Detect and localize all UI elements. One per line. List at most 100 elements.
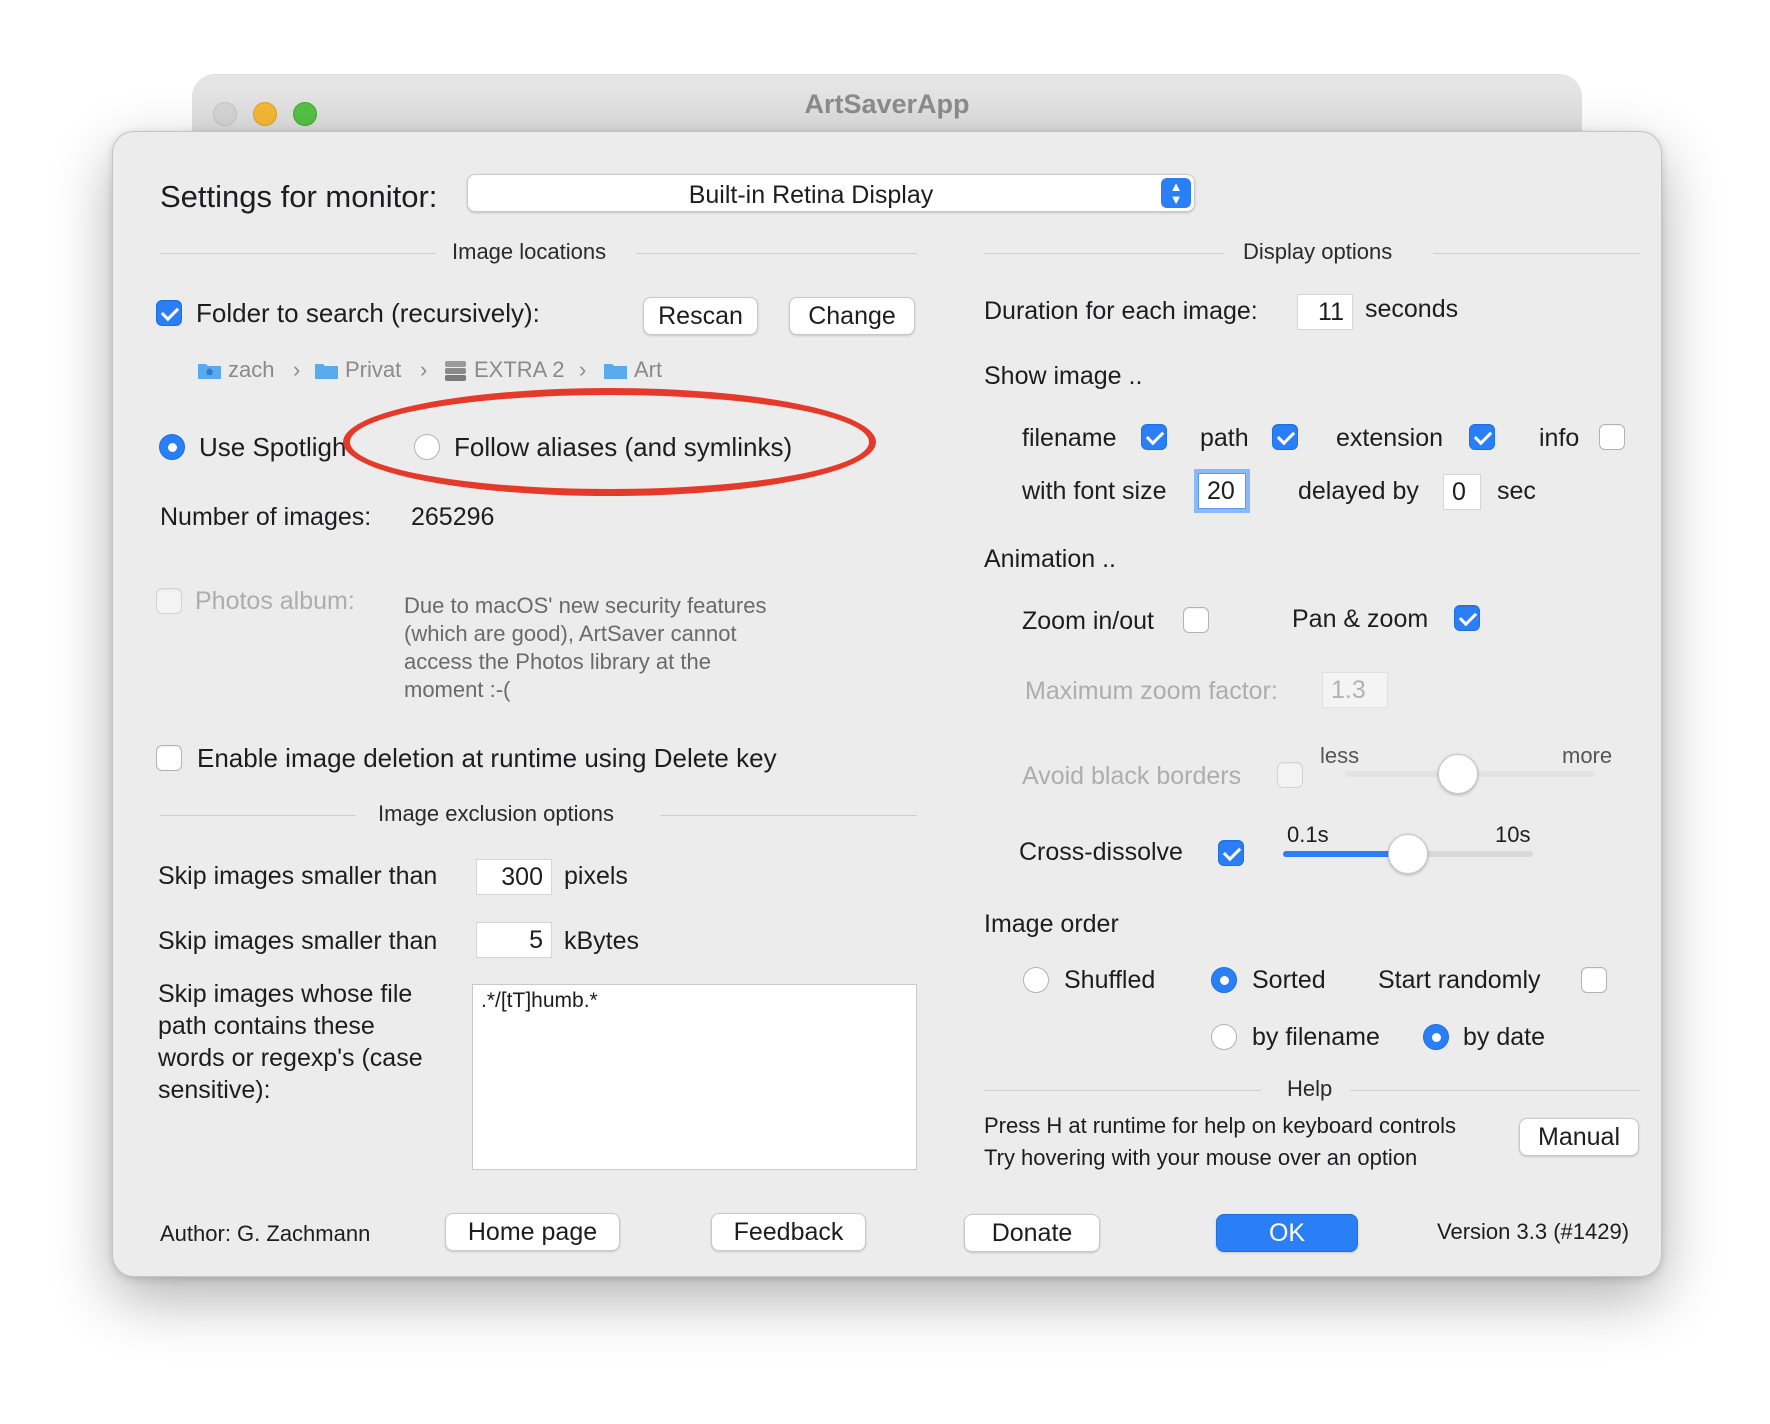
skip-kb-field[interactable]: 5 bbox=[476, 922, 552, 958]
skip-pixels-label: Skip images smaller than bbox=[158, 862, 438, 890]
avoid-borders-checkbox[interactable] bbox=[1277, 762, 1303, 788]
breadcrumb-item-privat[interactable]: Privat bbox=[314, 357, 401, 383]
max-zoom-field[interactable]: 1.3 bbox=[1322, 672, 1388, 708]
show-image-label: Show image .. bbox=[984, 362, 1143, 390]
num-images-value: 265296 bbox=[411, 503, 495, 531]
cross-dissolve-label: Cross-dissolve bbox=[1019, 838, 1183, 866]
duration-unit: seconds bbox=[1365, 295, 1459, 323]
divider bbox=[984, 253, 1224, 254]
regexp-textarea[interactable]: .*/[tT]humb.* bbox=[472, 984, 917, 1170]
breadcrumb-separator: › bbox=[420, 357, 428, 382]
folder-icon bbox=[314, 360, 339, 380]
breadcrumb-item-zach[interactable]: zach bbox=[197, 357, 274, 383]
use-spotlight-radio[interactable] bbox=[159, 434, 185, 460]
more-label: more bbox=[1562, 743, 1613, 768]
divider bbox=[160, 253, 436, 254]
dissolve-max-label: 10s bbox=[1495, 822, 1531, 847]
section-image-exclusion: Image exclusion options bbox=[378, 801, 615, 826]
skip-pixels-field[interactable]: 300 bbox=[476, 859, 552, 895]
rescan-button[interactable]: Rescan bbox=[643, 297, 758, 335]
monitor-select[interactable]: Built-in Retina Display ▲ ▼ bbox=[467, 174, 1195, 212]
cross-dissolve-slider-knob[interactable] bbox=[1388, 834, 1428, 874]
pan-zoom-label: Pan & zoom bbox=[1292, 605, 1429, 633]
max-zoom-label: Maximum zoom factor: bbox=[1025, 677, 1278, 705]
help-line-2: Try hovering with your mouse over an opt… bbox=[984, 1145, 1418, 1170]
cross-dissolve-checkbox[interactable] bbox=[1218, 840, 1244, 866]
regexp-label-line: path contains these bbox=[158, 1012, 375, 1040]
photos-album-label: Photos album: bbox=[195, 587, 355, 615]
window-title: ArtSaverApp bbox=[804, 89, 970, 119]
path-label: path bbox=[1200, 424, 1249, 452]
pan-zoom-checkbox[interactable] bbox=[1454, 605, 1480, 631]
up-down-arrows-icon: ▲ ▼ bbox=[1161, 178, 1191, 208]
divider bbox=[661, 815, 917, 816]
breadcrumb-separator: › bbox=[293, 357, 301, 382]
feedback-button[interactable]: Feedback bbox=[711, 1213, 866, 1251]
animation-label: Animation .. bbox=[984, 545, 1117, 573]
breadcrumb-item-art[interactable]: Art bbox=[603, 357, 662, 383]
duration-label: Duration for each image: bbox=[984, 297, 1258, 325]
delayed-unit: sec bbox=[1497, 477, 1536, 505]
filename-checkbox[interactable] bbox=[1141, 424, 1167, 450]
ok-button[interactable]: OK bbox=[1216, 1214, 1358, 1252]
home-page-button[interactable]: Home page bbox=[445, 1213, 620, 1251]
divider bbox=[984, 1090, 1261, 1091]
use-spotlight-label: Use Spotligh bbox=[199, 432, 347, 462]
skip-kb-label: Skip images smaller than bbox=[158, 927, 438, 955]
duration-field[interactable]: 11 bbox=[1297, 294, 1353, 330]
divider bbox=[1350, 1090, 1640, 1091]
help-line-1: Press H at runtime for help on keyboard … bbox=[984, 1113, 1457, 1138]
zoom-label: Zoom in/out bbox=[1022, 607, 1155, 635]
by-filename-radio[interactable] bbox=[1211, 1024, 1237, 1050]
section-display-options: Display options bbox=[1243, 239, 1393, 264]
info-checkbox[interactable] bbox=[1599, 424, 1625, 450]
font-size-field[interactable]: 20 bbox=[1194, 469, 1250, 513]
folder-search-label: Folder to search (recursively): bbox=[196, 298, 540, 328]
folder-search-checkbox[interactable] bbox=[156, 300, 182, 326]
skip-pixels-unit: pixels bbox=[564, 862, 628, 890]
by-date-label: by date bbox=[1463, 1023, 1546, 1051]
less-label: less bbox=[1320, 743, 1360, 768]
regexp-label-line: sensitive): bbox=[158, 1076, 271, 1104]
font-size-label: with font size bbox=[1022, 477, 1167, 505]
extension-label: extension bbox=[1336, 424, 1444, 452]
sorted-label: Sorted bbox=[1252, 966, 1326, 994]
sorted-radio[interactable] bbox=[1211, 967, 1237, 993]
avoid-borders-label: Avoid black borders bbox=[1022, 762, 1242, 790]
start-randomly-checkbox[interactable] bbox=[1581, 967, 1607, 993]
extension-checkbox[interactable] bbox=[1469, 424, 1495, 450]
enable-deletion-checkbox[interactable] bbox=[156, 745, 182, 771]
skip-kb-unit: kBytes bbox=[564, 927, 640, 955]
delayed-field[interactable]: 0 bbox=[1443, 474, 1481, 510]
monitor-select-value: Built-in Retina Display bbox=[688, 181, 934, 209]
num-images-label: Number of images: bbox=[160, 503, 372, 531]
dissolve-min-label: 0.1s bbox=[1287, 822, 1329, 847]
path-checkbox[interactable] bbox=[1272, 424, 1298, 450]
folder-icon bbox=[603, 360, 628, 380]
author-label: Author: G. Zachmann bbox=[160, 1221, 371, 1246]
avoid-borders-slider-knob[interactable] bbox=[1437, 754, 1478, 794]
zoom-checkbox[interactable] bbox=[1183, 607, 1209, 633]
delayed-label: delayed by bbox=[1298, 477, 1419, 505]
image-order-label: Image order bbox=[984, 910, 1119, 938]
change-button[interactable]: Change bbox=[789, 297, 915, 335]
start-randomly-label: Start randomly bbox=[1378, 966, 1541, 994]
breadcrumb-item-extra2[interactable]: EXTRA 2 bbox=[443, 357, 564, 383]
by-date-radio[interactable] bbox=[1423, 1024, 1449, 1050]
divider bbox=[160, 815, 355, 816]
info-label: info bbox=[1539, 424, 1580, 452]
section-image-locations: Image locations bbox=[452, 239, 607, 264]
filename-label: filename bbox=[1022, 424, 1117, 452]
donate-button[interactable]: Donate bbox=[964, 1214, 1100, 1252]
by-filename-label: by filename bbox=[1252, 1023, 1380, 1051]
breadcrumb-separator: › bbox=[579, 357, 587, 382]
version-label: Version 3.3 (#1429) bbox=[1437, 1219, 1630, 1244]
shuffled-radio[interactable] bbox=[1023, 967, 1049, 993]
photos-album-checkbox[interactable] bbox=[156, 588, 182, 614]
regexp-label-line: Skip images whose file bbox=[158, 980, 413, 1008]
enable-deletion-label: Enable image deletion at runtime using D… bbox=[197, 743, 777, 773]
monitor-label: Settings for monitor: bbox=[160, 179, 438, 214]
section-help: Help bbox=[1287, 1076, 1333, 1101]
manual-button[interactable]: Manual bbox=[1519, 1118, 1639, 1156]
regexp-label-line: words or regexp's (case bbox=[158, 1044, 423, 1072]
